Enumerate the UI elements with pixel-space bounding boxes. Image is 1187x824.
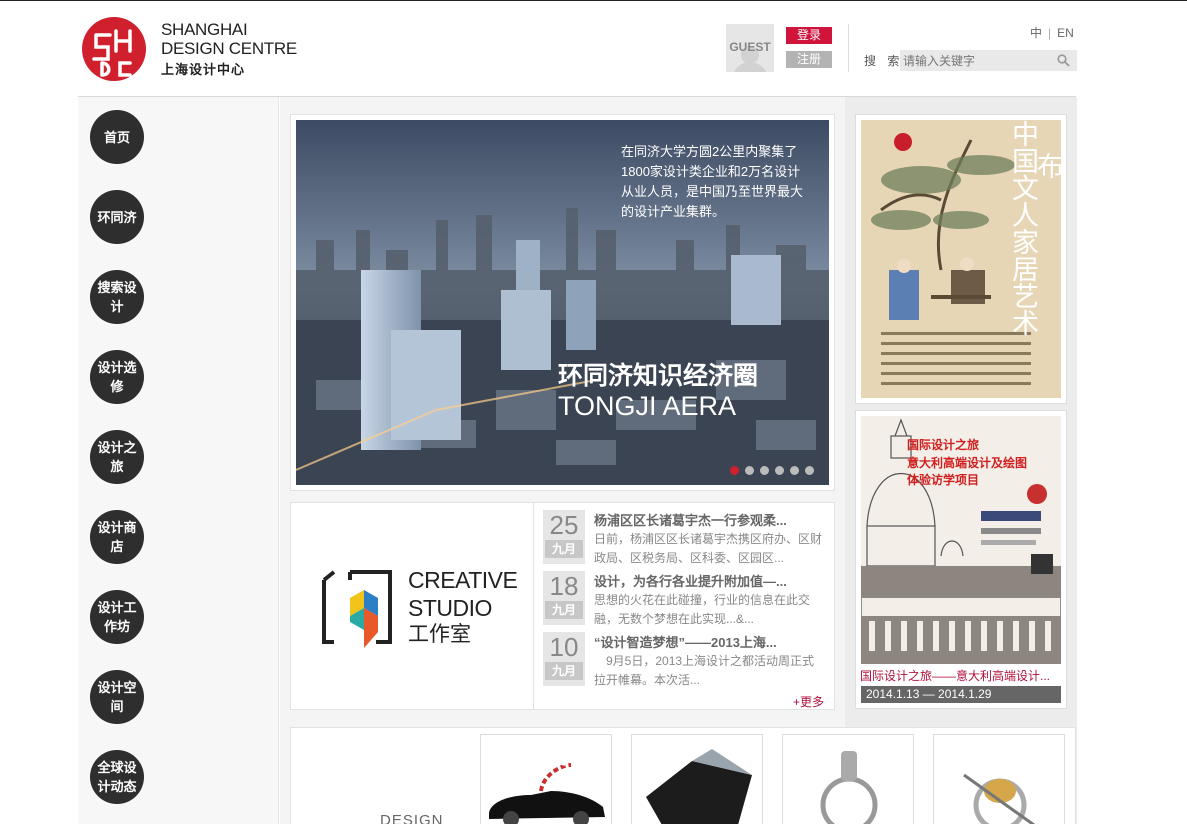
login-button[interactable]: 登录 [786, 27, 832, 44]
top-border [0, 0, 1187, 1]
nav-design-space[interactable]: 设计空间 [90, 670, 144, 724]
carousel-dot[interactable] [745, 466, 754, 475]
news-month: 九月 [545, 662, 583, 680]
news-more-link[interactable]: +更多 [793, 693, 824, 710]
product-bag-image [646, 749, 752, 824]
news-excerpt: 思想的火花在此碰撞，行业的信息在此交融，无数个梦想在此实现...&... [594, 593, 811, 626]
poster2-caption-link[interactable]: 国际设计之旅——意大利高端设计... [860, 667, 1050, 684]
nav-home[interactable]: 首页 [90, 110, 144, 164]
poster-furniture-art[interactable]: 中国文人家居艺术 暨璞素2013新品发布 [861, 120, 1061, 398]
product-item[interactable] [933, 734, 1065, 824]
poster2-line3: 体验访学项目 [907, 473, 980, 487]
search-icon[interactable] [1057, 54, 1070, 67]
banner-title: 环同济知识经济圈 [558, 362, 759, 390]
search-input[interactable] [900, 50, 1050, 71]
brand-en-line2: DESIGN CENTRE [161, 39, 297, 58]
studio-line2: STUDIO [408, 595, 492, 621]
nav-design-workshop[interactable]: 设计工作坊 [90, 590, 144, 644]
nav-design-elective[interactable]: 设计选修 [90, 350, 144, 404]
nav-tongji[interactable]: 环同济 [90, 190, 144, 244]
nav-design-journey[interactable]: 设计之旅 [90, 430, 144, 484]
creative-studio-text[interactable]: CREATIVE STUDIO 工作室 [408, 566, 518, 648]
header-divider [848, 24, 849, 72]
products-label: DESIGN [380, 812, 444, 824]
register-button[interactable]: 注册 [786, 51, 832, 68]
poster2-line1: 国际设计之旅 [907, 438, 980, 452]
news-divider [533, 502, 534, 710]
carousel-dots [730, 462, 820, 480]
studio-line1: CREATIVE [408, 567, 518, 593]
news-item[interactable]: 18 九月 设计，为各行各业提升附加值—... 思想的火花在此碰撞，行业的信息在… [543, 571, 828, 626]
news-title[interactable]: 杨浦区区长诸葛宇杰一行参观柔... [594, 510, 787, 529]
sidebar: 首页 环同济 搜索设计 设计选修 设计之旅 设计商店 设计工作坊 设计空间 全球… [78, 97, 279, 824]
avatar-body-icon [732, 62, 768, 72]
carousel-dot[interactable] [775, 466, 784, 475]
creative-studio-logo-icon[interactable] [320, 568, 400, 652]
nav-search-design[interactable]: 搜索设计 [90, 270, 144, 324]
search-box [900, 50, 1077, 71]
product-ring-image [820, 751, 878, 824]
product-opener-image [963, 773, 1035, 824]
poster-italy-trip[interactable]: 国际设计之旅 意大利高端设计及绘图 体验访学项目 [861, 416, 1061, 664]
news-day: 18 [549, 571, 579, 601]
news-excerpt: 日前，杨浦区区长诸葛宇杰携区府办、区财政局、区税务局、区科委、区园区... [594, 532, 823, 565]
lang-separator: | [1048, 26, 1052, 40]
brand-cn: 上海设计中心 [161, 62, 246, 77]
news-month: 九月 [545, 540, 583, 558]
banner-description: 在同济大学方圆2公里内聚集了1800家设计类企业和2万名设计从业人员，是中国乃至… [621, 144, 804, 219]
lang-en-link[interactable]: EN [1057, 26, 1074, 40]
news-date: 10 九月 [543, 632, 585, 686]
product-car-image [489, 762, 605, 824]
news-day: 25 [549, 510, 579, 540]
news-title[interactable]: 设计，为各行各业提升附加值—... [594, 571, 787, 590]
poster2-date: 2014.1.13 — 2014.1.29 [861, 686, 1061, 703]
product-item[interactable] [631, 734, 763, 824]
brand-en-line1: SHANGHAI [161, 20, 248, 39]
studio-line3: 工作室 [408, 623, 471, 646]
search-label: 搜 索 [864, 54, 904, 68]
lang-cn-link[interactable]: 中 [1030, 26, 1042, 40]
news-item[interactable]: 10 九月 “设计智造梦想”——2013上海... 9月5日，2013上海设计之… [543, 632, 828, 687]
news-month: 九月 [545, 601, 583, 619]
page: SHANGHAI DESIGN CENTRE 上海设计中心 GUEST 登录 注… [0, 0, 1187, 824]
banner-carousel[interactable]: 在同济大学方圆2公里内聚集了1800家设计类企业和2万名设计从业人员，是中国乃至… [296, 120, 829, 485]
carousel-dot[interactable] [790, 466, 799, 475]
product-item[interactable] [480, 734, 612, 824]
brand-name[interactable]: SHANGHAI DESIGN CENTRE 上海设计中心 [161, 20, 297, 78]
logo[interactable] [82, 17, 146, 81]
nav-global-news[interactable]: 全球设计动态 [90, 750, 144, 804]
poster2-line2: 意大利高端设计及绘图 [907, 456, 1028, 470]
product-item[interactable] [782, 734, 914, 824]
news-item[interactable]: 25 九月 杨浦区区长诸葛宇杰一行参观柔... 日前，杨浦区区长诸葛宇杰携区府办… [543, 510, 828, 565]
news-date: 18 九月 [543, 571, 585, 625]
news-excerpt: 9月5日，2013上海设计之都活动周正式拉开帷幕。本次活... [594, 654, 815, 687]
nav-design-shop[interactable]: 设计商店 [90, 510, 144, 564]
guest-label: GUEST [729, 40, 771, 54]
language-switch: 中 | EN [1027, 24, 1077, 41]
poster1-subtitle: 暨璞素2013新品发布 [1032, 152, 1061, 179]
news-title[interactable]: “设计智造梦想”——2013上海... [594, 632, 777, 651]
carousel-dot[interactable] [805, 466, 814, 475]
news-date: 25 九月 [543, 510, 585, 564]
banner-subtitle: TONGJI AERA [558, 391, 737, 421]
news-day: 10 [549, 632, 579, 662]
guest-avatar[interactable]: GUEST [726, 24, 774, 72]
carousel-dot[interactable] [760, 466, 769, 475]
logo-mark-icon [92, 29, 132, 77]
carousel-dot[interactable] [730, 466, 739, 475]
